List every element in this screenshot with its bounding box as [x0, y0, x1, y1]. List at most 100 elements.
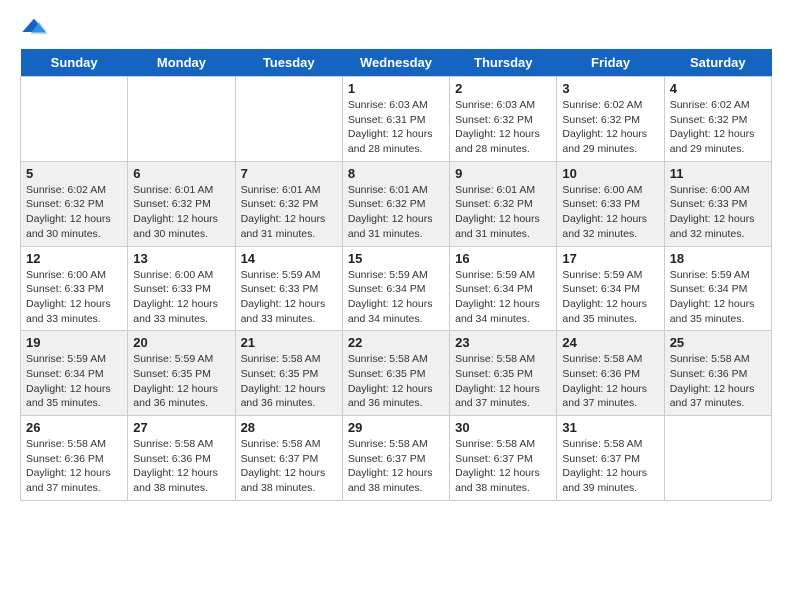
day-cell-14: 14Sunrise: 5:59 AM Sunset: 6:33 PM Dayli…	[235, 246, 342, 331]
day-info: Sunrise: 5:59 AM Sunset: 6:34 PM Dayligh…	[455, 268, 551, 327]
day-cell-11: 11 Sunrise: 6:00 AM Sunset: 6:33 PM Dayli…	[664, 161, 771, 246]
day-cell-5: 5 Sunrise: 6:02 AM Sunset: 6:32 PM Daylig…	[21, 161, 128, 246]
week-row-5: 26 Sunrise: 5:58 AM Sunset: 6:36 PM Dayli…	[21, 416, 772, 501]
day-number: 7	[241, 166, 337, 181]
day-cell-empty-0-1	[128, 77, 235, 162]
day-cell-empty-0-0	[21, 77, 128, 162]
day-header-sunday: Sunday	[21, 49, 128, 77]
week-row-1: 1 Sunrise: 6:03 AM Sunset: 6:31 PM Daylig…	[21, 77, 772, 162]
day-cell-29: 29Sunrise: 5:58 AM Sunset: 6:37 PM Dayli…	[342, 416, 449, 501]
day-cell-8: 8 Sunrise: 6:01 AM Sunset: 6:32 PM Daylig…	[342, 161, 449, 246]
day-info: Sunrise: 5:59 AM Sunset: 6:34 PM Dayligh…	[670, 268, 766, 327]
day-info: Sunrise: 5:58 AM Sunset: 6:36 PM Dayligh…	[26, 437, 122, 496]
day-number: 5	[26, 166, 122, 181]
day-info: Sunrise: 5:58 AM Sunset: 6:37 PM Dayligh…	[241, 437, 337, 496]
day-cell-22: 22Sunrise: 5:58 AM Sunset: 6:35 PM Dayli…	[342, 331, 449, 416]
logo-icon	[20, 17, 48, 37]
day-info: Sunrise: 5:58 AM Sunset: 6:36 PM Dayligh…	[562, 352, 658, 411]
day-info: Sunrise: 5:58 AM Sunset: 6:36 PM Dayligh…	[670, 352, 766, 411]
day-cell-6: 6 Sunrise: 6:01 AM Sunset: 6:32 PM Daylig…	[128, 161, 235, 246]
calendar-table: SundayMondayTuesdayWednesdayThursdayFrid…	[20, 49, 772, 501]
day-info: Sunrise: 5:58 AM Sunset: 6:35 PM Dayligh…	[348, 352, 444, 411]
day-info: Sunrise: 6:00 AM Sunset: 6:33 PM Dayligh…	[26, 268, 122, 327]
day-number: 9	[455, 166, 551, 181]
day-info: Sunrise: 6:01 AM Sunset: 6:32 PM Dayligh…	[241, 183, 337, 242]
day-cell-7: 7 Sunrise: 6:01 AM Sunset: 6:32 PM Daylig…	[235, 161, 342, 246]
day-cell-3: 3Sunrise: 6:02 AM Sunset: 6:32 PM Daylig…	[557, 77, 664, 162]
day-cell-2: 2 Sunrise: 6:03 AM Sunset: 6:32 PM Daylig…	[450, 77, 557, 162]
day-cell-28: 28 Sunrise: 5:58 AM Sunset: 6:37 PM Dayli…	[235, 416, 342, 501]
day-number: 21	[241, 335, 337, 350]
day-info: Sunrise: 5:58 AM Sunset: 6:37 PM Dayligh…	[348, 437, 444, 496]
day-cell-13: 13Sunrise: 6:00 AM Sunset: 6:33 PM Dayli…	[128, 246, 235, 331]
day-cell-31: 31 Sunrise: 5:58 AM Sunset: 6:37 PM Dayli…	[557, 416, 664, 501]
day-header-wednesday: Wednesday	[342, 49, 449, 77]
day-info: Sunrise: 6:02 AM Sunset: 6:32 PM Dayligh…	[26, 183, 122, 242]
day-header-saturday: Saturday	[664, 49, 771, 77]
day-number: 25	[670, 335, 766, 350]
day-info: Sunrise: 6:00 AM Sunset: 6:33 PM Dayligh…	[133, 268, 229, 327]
day-number: 1	[348, 81, 444, 96]
week-row-3: 12 Sunrise: 6:00 AM Sunset: 6:33 PM Dayli…	[21, 246, 772, 331]
day-number: 30	[455, 420, 551, 435]
day-cell-19: 19 Sunrise: 5:59 AM Sunset: 6:34 PM Dayli…	[21, 331, 128, 416]
day-number: 14	[241, 251, 337, 266]
day-number: 19	[26, 335, 122, 350]
day-info: Sunrise: 6:02 AM Sunset: 6:32 PM Dayligh…	[670, 98, 766, 157]
day-number: 2	[455, 81, 551, 96]
day-info: Sunrise: 5:59 AM Sunset: 6:35 PM Dayligh…	[133, 352, 229, 411]
day-info: Sunrise: 6:01 AM Sunset: 6:32 PM Dayligh…	[455, 183, 551, 242]
day-info: Sunrise: 5:59 AM Sunset: 6:34 PM Dayligh…	[26, 352, 122, 411]
calendar-container: SundayMondayTuesdayWednesdayThursdayFrid…	[0, 0, 792, 521]
day-info: Sunrise: 5:58 AM Sunset: 6:37 PM Dayligh…	[562, 437, 658, 496]
day-info: Sunrise: 6:00 AM Sunset: 6:33 PM Dayligh…	[670, 183, 766, 242]
day-cell-21: 21Sunrise: 5:58 AM Sunset: 6:35 PM Dayli…	[235, 331, 342, 416]
day-header-thursday: Thursday	[450, 49, 557, 77]
day-number: 28	[241, 420, 337, 435]
week-row-2: 5 Sunrise: 6:02 AM Sunset: 6:32 PM Daylig…	[21, 161, 772, 246]
day-cell-27: 27Sunrise: 5:58 AM Sunset: 6:36 PM Dayli…	[128, 416, 235, 501]
day-cell-15: 15 Sunrise: 5:59 AM Sunset: 6:34 PM Dayli…	[342, 246, 449, 331]
day-info: Sunrise: 6:00 AM Sunset: 6:33 PM Dayligh…	[562, 183, 658, 242]
day-cell-17: 17 Sunrise: 5:59 AM Sunset: 6:34 PM Dayli…	[557, 246, 664, 331]
day-info: Sunrise: 6:01 AM Sunset: 6:32 PM Dayligh…	[133, 183, 229, 242]
day-cell-24: 24 Sunrise: 5:58 AM Sunset: 6:36 PM Dayli…	[557, 331, 664, 416]
day-info: Sunrise: 6:02 AM Sunset: 6:32 PM Dayligh…	[562, 98, 658, 157]
day-header-tuesday: Tuesday	[235, 49, 342, 77]
day-cell-25: 25 Sunrise: 5:58 AM Sunset: 6:36 PM Dayli…	[664, 331, 771, 416]
day-cell-1: 1 Sunrise: 6:03 AM Sunset: 6:31 PM Daylig…	[342, 77, 449, 162]
day-number: 6	[133, 166, 229, 181]
day-number: 18	[670, 251, 766, 266]
day-info: Sunrise: 6:03 AM Sunset: 6:32 PM Dayligh…	[455, 98, 551, 157]
day-cell-9: 9 Sunrise: 6:01 AM Sunset: 6:32 PM Daylig…	[450, 161, 557, 246]
day-number: 24	[562, 335, 658, 350]
day-info: Sunrise: 5:58 AM Sunset: 6:37 PM Dayligh…	[455, 437, 551, 496]
day-number: 31	[562, 420, 658, 435]
day-cell-4: 4Sunrise: 6:02 AM Sunset: 6:32 PM Daylig…	[664, 77, 771, 162]
day-number: 26	[26, 420, 122, 435]
day-cell-30: 30 Sunrise: 5:58 AM Sunset: 6:37 PM Dayli…	[450, 416, 557, 501]
day-number: 15	[348, 251, 444, 266]
day-number: 12	[26, 251, 122, 266]
day-header-friday: Friday	[557, 49, 664, 77]
day-info: Sunrise: 6:03 AM Sunset: 6:31 PM Dayligh…	[348, 98, 444, 157]
day-cell-empty-0-2	[235, 77, 342, 162]
day-number: 8	[348, 166, 444, 181]
day-cell-23: 23Sunrise: 5:58 AM Sunset: 6:35 PM Dayli…	[450, 331, 557, 416]
header	[20, 16, 772, 37]
day-number: 10	[562, 166, 658, 181]
day-cell-18: 18 Sunrise: 5:59 AM Sunset: 6:34 PM Dayli…	[664, 246, 771, 331]
day-info: Sunrise: 6:01 AM Sunset: 6:32 PM Dayligh…	[348, 183, 444, 242]
day-cell-16: 16Sunrise: 5:59 AM Sunset: 6:34 PM Dayli…	[450, 246, 557, 331]
day-cell-10: 10 Sunrise: 6:00 AM Sunset: 6:33 PM Dayli…	[557, 161, 664, 246]
day-info: Sunrise: 5:58 AM Sunset: 6:35 PM Dayligh…	[455, 352, 551, 411]
day-number: 20	[133, 335, 229, 350]
day-info: Sunrise: 5:58 AM Sunset: 6:36 PM Dayligh…	[133, 437, 229, 496]
day-info: Sunrise: 5:59 AM Sunset: 6:34 PM Dayligh…	[562, 268, 658, 327]
day-info: Sunrise: 5:59 AM Sunset: 6:34 PM Dayligh…	[348, 268, 444, 327]
day-number: 11	[670, 166, 766, 181]
day-cell-26: 26 Sunrise: 5:58 AM Sunset: 6:36 PM Dayli…	[21, 416, 128, 501]
day-number: 17	[562, 251, 658, 266]
week-row-4: 19 Sunrise: 5:59 AM Sunset: 6:34 PM Dayli…	[21, 331, 772, 416]
day-cell-empty-4-6	[664, 416, 771, 501]
